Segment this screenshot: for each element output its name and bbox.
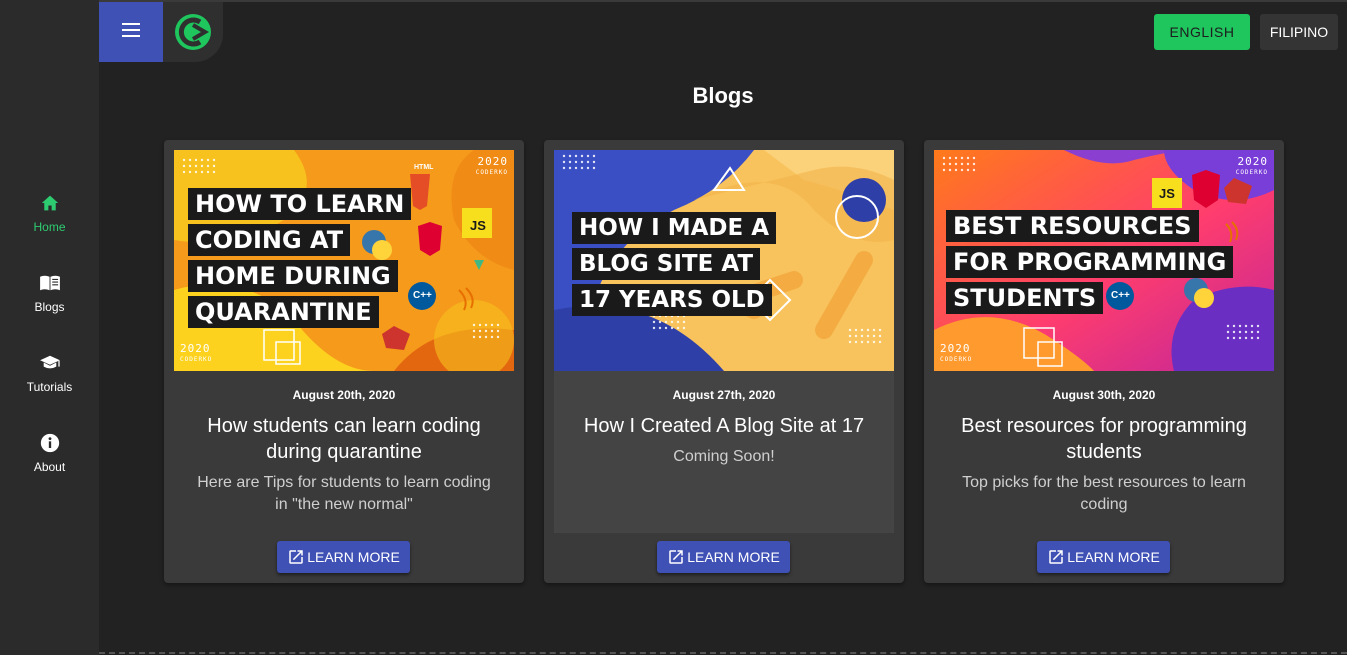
menu-icon (122, 22, 140, 42)
thumbnail-line: HOW I MADE A (572, 212, 777, 244)
hamburger-menu-button[interactable] (99, 2, 163, 62)
thumbnail-year: 2020 CODERKO (180, 342, 213, 363)
thumbnail-line: STUDENTS (946, 282, 1104, 314)
open-in-new-icon (289, 550, 303, 564)
learn-more-label: LEARN MORE (307, 549, 400, 565)
blog-thumbnail[interactable]: HOW I MADE A BLOG SITE AT 17 YEARS OLD (554, 150, 894, 371)
filipino-language-button[interactable]: FILIPINO (1260, 14, 1338, 50)
learn-more-label: LEARN MORE (687, 549, 780, 565)
blog-title: Best resources for programming students (961, 415, 1247, 463)
page-title: Blogs (692, 83, 754, 108)
thumbnail-line: HOW TO LEARN (188, 188, 412, 220)
sidebar-item-about[interactable]: About (0, 432, 99, 492)
blog-date: August 27th, 2020 (672, 388, 776, 402)
sidebar-item-label: Home (33, 220, 66, 234)
sidebar-item-label: About (33, 460, 66, 474)
sidebar-item-home[interactable]: Home (0, 192, 99, 252)
sidebar-item-blogs[interactable]: Blogs (0, 272, 99, 332)
english-language-button[interactable]: ENGLISH (1154, 14, 1250, 50)
thumbnail-year: 2020 CODERKO (475, 155, 508, 176)
blog-description: Here are Tips for students to learn codi… (197, 474, 491, 513)
bottom-divider (99, 652, 1347, 654)
home-icon (39, 192, 61, 214)
logo[interactable] (163, 2, 223, 62)
open-in-new-icon (1049, 550, 1063, 564)
thumbnail-line: CODING AT (188, 224, 351, 256)
blog-date: August 30th, 2020 (1052, 388, 1156, 402)
book-icon (39, 272, 61, 294)
blog-card: BEST RESOURCES FOR PROGRAMMING STUDENTS … (924, 140, 1284, 583)
info-icon (39, 432, 61, 454)
sidebar-item-label: Blogs (34, 300, 65, 314)
thumbnail-line: BLOG SITE AT (572, 248, 761, 280)
graduation-cap-icon (39, 352, 61, 374)
thumbnail-year: 2020 CODERKO (940, 342, 973, 363)
thumbnail-line: 17 YEARS OLD (572, 284, 772, 316)
thumbnail-year: 2020 CODERKO (1235, 155, 1268, 176)
blog-title: How I Created A Blog Site at 17 (583, 415, 865, 437)
learn-more-button[interactable]: LEARN MORE (1037, 541, 1170, 573)
blog-description: Coming Soon! (673, 448, 775, 465)
sidebar: Home Blogs Tutorials About (0, 0, 99, 655)
cpp-badge: C++ (413, 290, 432, 301)
blog-card: HOW TO LEARN CODING AT HOME DURING QUARA… (164, 140, 524, 583)
open-in-new-icon (669, 550, 683, 564)
thumbnail-line: FOR PROGRAMMING (946, 246, 1234, 278)
html5-badge: HTML (414, 164, 434, 171)
js-badge: JS (470, 218, 486, 233)
thumbnail-line: QUARANTINE (188, 296, 379, 328)
sidebar-item-label: Tutorials (26, 380, 73, 394)
blog-thumbnail[interactable]: BEST RESOURCES FOR PROGRAMMING STUDENTS … (934, 150, 1274, 371)
blog-date: August 20th, 2020 (292, 388, 396, 402)
blog-card: HOW I MADE A BLOG SITE AT 17 YEARS OLD A… (544, 140, 904, 583)
blog-description: Top picks for the best resources to lear… (962, 474, 1246, 513)
js-badge: JS (1159, 186, 1175, 201)
thumbnail-line: BEST RESOURCES (946, 210, 1199, 242)
coderko-logo-icon (175, 14, 211, 50)
thumbnail-line: HOME DURING (188, 260, 398, 292)
blog-title: How students can learn coding during qua… (207, 415, 481, 463)
cpp-badge: C++ (1111, 290, 1130, 301)
learn-more-button[interactable]: LEARN MORE (657, 541, 790, 573)
sidebar-item-tutorials[interactable]: Tutorials (0, 352, 99, 412)
blog-thumbnail[interactable]: HOW TO LEARN CODING AT HOME DURING QUARA… (174, 150, 514, 371)
learn-more-button[interactable]: LEARN MORE (277, 541, 410, 573)
learn-more-label: LEARN MORE (1067, 549, 1160, 565)
